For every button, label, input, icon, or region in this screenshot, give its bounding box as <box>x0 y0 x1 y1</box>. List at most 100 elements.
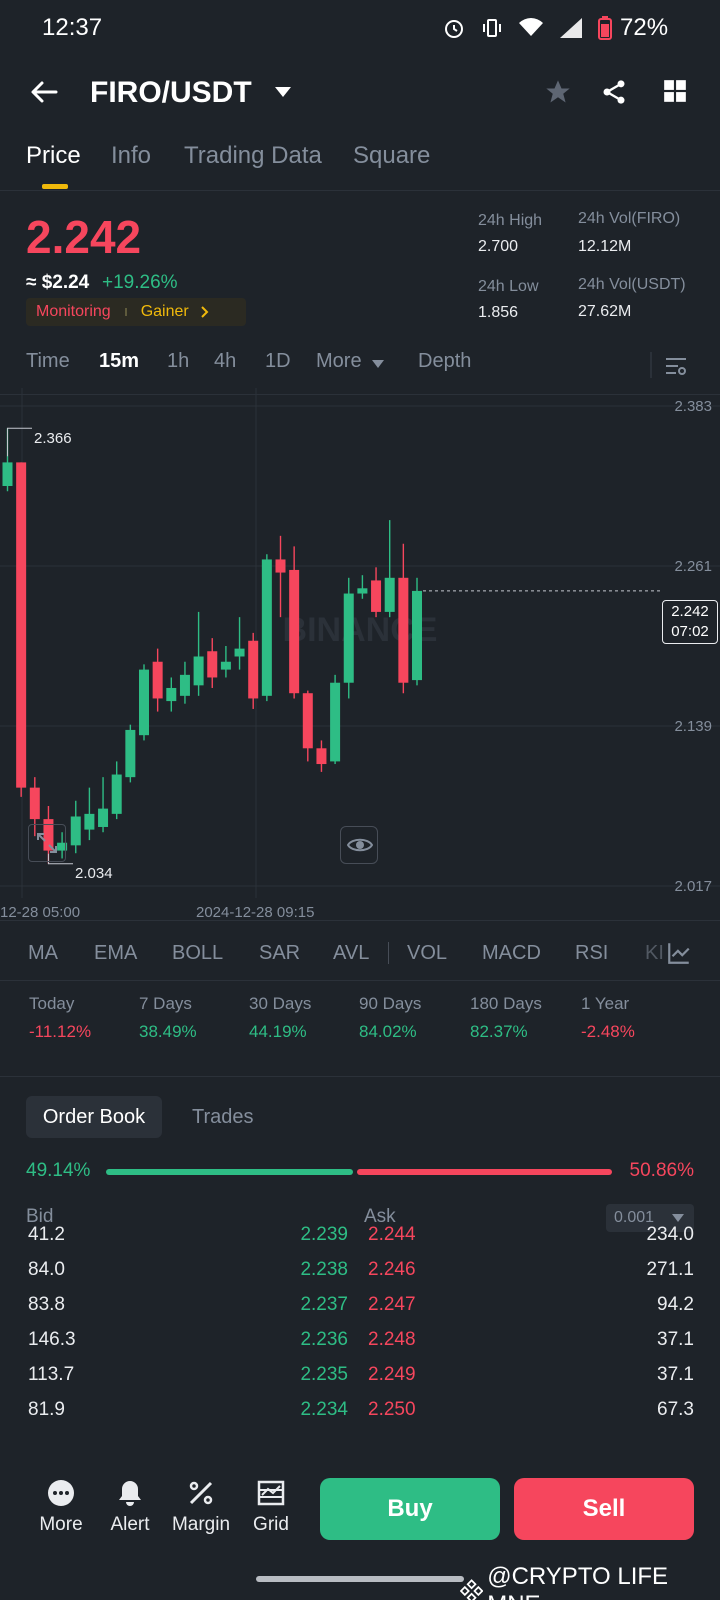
order-book-row[interactable]: 83.8 2.237 2.247 94.2 <box>0 1294 720 1328</box>
pair-dropdown-icon[interactable] <box>274 86 292 98</box>
binance-logo-icon <box>460 1579 484 1600</box>
eye-icon <box>347 838 373 852</box>
more-button[interactable]: More <box>28 1476 94 1536</box>
order-book-row[interactable]: 146.3 2.236 2.248 37.1 <box>0 1329 720 1363</box>
tag-monitoring: Monitoring <box>36 303 111 320</box>
tab-order-book[interactable]: Order Book <box>26 1096 162 1138</box>
interval-time[interactable]: Time <box>26 350 70 373</box>
battery-icon <box>598 16 612 40</box>
perf-value: -11.12% <box>29 1022 92 1041</box>
candle-body <box>16 462 27 788</box>
back-arrow-icon[interactable] <box>28 76 60 108</box>
stat-high-value: 2.700 <box>478 238 519 255</box>
more-dots-icon <box>48 1480 74 1506</box>
stat-low-value: 1.856 <box>478 304 519 321</box>
order-book-row[interactable]: 81.9 2.234 2.250 67.3 <box>0 1399 720 1433</box>
interval-depth[interactable]: Depth <box>418 350 471 373</box>
ask-quantity: 234.0 <box>646 1224 694 1245</box>
price-chart[interactable]: BINANCE 2.383 2.261 2.139 2.017 12-28 05… <box>0 388 720 921</box>
current-price-tag: 2.242 07:02 <box>662 600 718 644</box>
interval-more[interactable]: More <box>316 350 362 373</box>
order-book-row[interactable]: 41.2 2.239 2.244 234.0 <box>0 1224 720 1258</box>
candle-body <box>357 588 368 594</box>
ask-price: 2.246 <box>368 1259 416 1280</box>
indicator-avl[interactable]: AVL <box>333 942 369 965</box>
candle-body <box>2 462 13 486</box>
indicator-ma[interactable]: MA <box>28 942 58 965</box>
grid-menu-icon[interactable] <box>662 78 688 104</box>
tag-bar[interactable]: Monitoring Gainer <box>26 298 246 326</box>
bid-quantity: 41.2 <box>28 1224 65 1245</box>
candle-body <box>139 669 149 736</box>
order-book-row[interactable]: 84.0 2.238 2.246 271.1 <box>0 1259 720 1293</box>
order-book-row[interactable]: 113.7 2.235 2.249 37.1 <box>0 1364 720 1398</box>
chevron-down-icon <box>672 1214 684 1222</box>
bid-ratio-bar <box>106 1169 353 1175</box>
indicator-rsi[interactable]: RSI <box>575 942 608 965</box>
more-label: More <box>39 1514 83 1535</box>
interval-4h[interactable]: 4h <box>214 350 236 373</box>
chart-settings-icon[interactable] <box>664 354 688 378</box>
candle-countdown: 07:02 <box>671 623 709 640</box>
chevron-right-icon <box>201 306 209 318</box>
divider <box>0 920 720 921</box>
status-icons <box>442 16 612 40</box>
candle-body <box>289 569 300 694</box>
alert-button[interactable]: Alert <box>97 1476 163 1536</box>
stat-high-label: 24h High <box>478 212 543 229</box>
candle-body <box>234 648 245 657</box>
tab-trading-data[interactable]: Trading Data <box>184 142 322 170</box>
perf-value: 38.49% <box>139 1022 197 1041</box>
interval-1h[interactable]: 1h <box>167 350 189 373</box>
home-indicator[interactable] <box>256 1576 464 1582</box>
indicator-vol[interactable]: VOL <box>407 942 447 965</box>
divider <box>388 942 389 964</box>
alert-label: Alert <box>110 1514 150 1535</box>
candle-body <box>84 813 95 830</box>
battery-percent: 72% <box>620 14 669 41</box>
ask-quantity: 271.1 <box>646 1259 694 1280</box>
share-icon[interactable] <box>600 78 628 106</box>
indicator-ema[interactable]: EMA <box>94 942 137 965</box>
perf-label: 180 Days <box>470 994 542 1013</box>
grid-trading-button[interactable]: Grid <box>238 1476 304 1536</box>
perf-label: 1 Year <box>581 994 630 1013</box>
candle-body <box>152 661 163 699</box>
ask-price: 2.248 <box>368 1329 416 1350</box>
interval-15m[interactable]: 15m <box>99 350 139 373</box>
tab-price[interactable]: Price <box>26 142 81 170</box>
candle-body <box>166 687 177 702</box>
tab-info[interactable]: Info <box>111 142 151 170</box>
indicator-macd[interactable]: MACD <box>482 942 541 965</box>
more-dropdown-icon[interactable] <box>372 360 384 368</box>
pair-title[interactable]: FIRO/USDT <box>90 76 252 110</box>
tab-square[interactable]: Square <box>353 142 430 170</box>
buy-button[interactable]: Buy <box>320 1478 500 1540</box>
candle-body <box>207 651 218 678</box>
bid-quantity: 81.9 <box>28 1399 65 1420</box>
favorite-star-icon[interactable] <box>544 78 572 106</box>
perf-label: 7 Days <box>139 994 192 1013</box>
last-price: 2.242 <box>26 211 142 263</box>
candle-body <box>220 661 231 670</box>
tab-trades[interactable]: Trades <box>192 1106 254 1129</box>
bid-quantity: 113.7 <box>28 1364 75 1385</box>
candle-body <box>70 816 81 846</box>
interval-1d[interactable]: 1D <box>265 350 291 373</box>
perf-value: 44.19% <box>249 1022 307 1041</box>
indicator-kdj[interactable]: KI <box>645 942 664 965</box>
x-tick: 2024-12-28 09:15 <box>196 904 315 921</box>
toggle-visibility-button[interactable] <box>340 826 378 864</box>
expand-chart-button[interactable] <box>28 824 66 862</box>
status-bar: 12:37 72% <box>0 0 720 56</box>
bid-ratio-percent: 49.14% <box>26 1160 91 1181</box>
ask-quantity: 67.3 <box>657 1399 694 1420</box>
sell-button[interactable]: Sell <box>514 1478 694 1540</box>
indicator-settings-icon[interactable] <box>666 940 692 966</box>
divider <box>0 1076 720 1077</box>
indicator-boll[interactable]: BOLL <box>172 942 223 965</box>
low-marker-label: 2.034 <box>75 865 113 882</box>
margin-button[interactable]: Margin <box>168 1476 234 1536</box>
indicator-sar[interactable]: SAR <box>259 942 300 965</box>
alarm-icon <box>445 20 463 38</box>
